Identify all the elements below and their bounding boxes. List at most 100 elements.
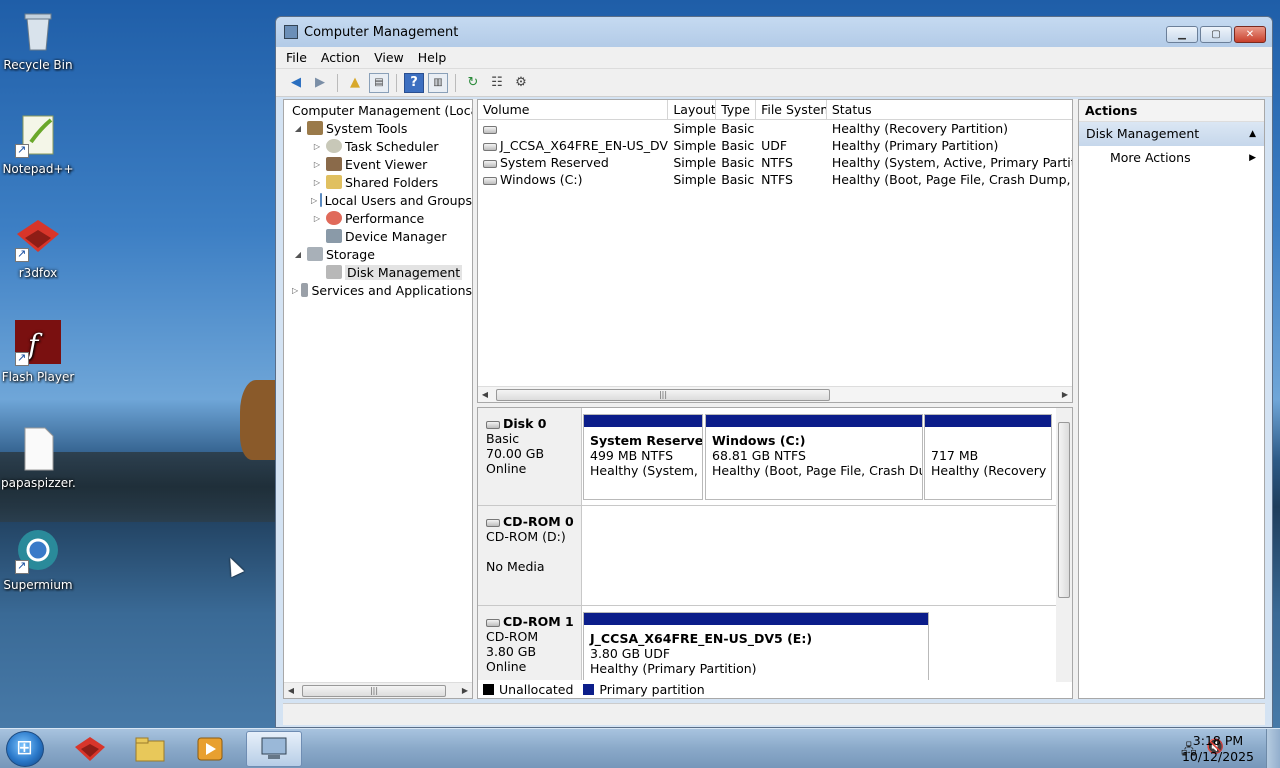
taskbar-media-player[interactable] (182, 731, 238, 767)
disk-tool-button[interactable]: ⚙ (511, 73, 531, 93)
tree-item-computer-management[interactable]: Computer Management (Local (284, 101, 472, 119)
show-desktop-button[interactable] (1266, 729, 1280, 768)
expand-arrow-icon[interactable]: ▷ (292, 286, 298, 295)
forward-button[interactable]: ▶ (310, 73, 330, 93)
help-button[interactable]: ? (404, 72, 424, 93)
partition-system-reserved[interactable]: System Reserved 499 MB NTFS Healthy (Sys… (583, 414, 703, 500)
start-button[interactable] (6, 731, 44, 767)
scroll-left-icon[interactable]: ◀ (284, 686, 298, 695)
shortcut-arrow-icon (15, 559, 29, 574)
table-row[interactable]: Simple Basic Healthy (Recovery Partition… (478, 120, 1072, 137)
tree-item-performance[interactable]: ▷ Performance (284, 209, 472, 227)
show-hide-action-pane-button[interactable]: ▥ (428, 72, 448, 93)
tree-item-storage[interactable]: ◢ Storage (284, 245, 472, 263)
recycle-bin-icon (15, 8, 61, 54)
menu-file[interactable]: File (286, 50, 307, 65)
menu-view[interactable]: View (374, 50, 404, 65)
volume-status: Healthy (Recovery Partition) (831, 121, 1009, 136)
partition-title: J_CCSA_X64FRE_EN-US_DV5 (E:) (590, 631, 813, 646)
tree-horizontal-scrollbar[interactable]: ◀ ||| ▶ (284, 682, 472, 698)
back-button[interactable]: ◀ (286, 73, 306, 93)
scroll-left-icon[interactable]: ◀ (478, 390, 492, 399)
disk-state: Online (486, 659, 527, 674)
column-header-file-system[interactable]: File System (756, 100, 827, 119)
expand-arrow-icon[interactable]: ▷ (311, 178, 323, 187)
table-row[interactable]: System Reserved Simple Basic NTFS Health… (478, 154, 1072, 171)
column-header-volume[interactable]: Volume (478, 100, 669, 119)
expand-arrow-icon[interactable]: ▷ (311, 196, 317, 205)
flash-player-icon: f (15, 320, 61, 366)
tree-item-event-viewer[interactable]: ▷ Event Viewer (284, 155, 472, 173)
desktop-icon-r3dfox[interactable]: r3dfox (1, 216, 75, 280)
tree-item-task-scheduler[interactable]: ▷ Task Scheduler (284, 137, 472, 155)
tree-item-disk-management[interactable]: Disk Management (284, 263, 472, 281)
column-header-type[interactable]: Type (716, 100, 757, 119)
submenu-arrow-icon: ▶ (1249, 153, 1256, 163)
performance-icon (326, 211, 342, 225)
desktop-icon-supermium[interactable]: Supermium (1, 528, 75, 592)
show-hide-console-tree-button[interactable]: ▤ (369, 72, 389, 93)
restore-button[interactable]: ▢ (1200, 26, 1232, 43)
drive-icon (483, 125, 497, 134)
cdrom-1-row[interactable]: CD-ROM 1 CD-ROM 3.80 GB Online J_CCSA_X6… (478, 606, 1056, 698)
tree-item-device-manager[interactable]: Device Manager (284, 227, 472, 245)
scroll-right-icon[interactable]: ▶ (1058, 390, 1072, 399)
volume-file-system (756, 120, 827, 137)
taskbar-r3dfox[interactable] (62, 731, 118, 767)
title-bar[interactable]: Computer Management ▁ ▢ ✕ (276, 17, 1272, 47)
volume-list-horizontal-scrollbar[interactable]: ◀ ||| ▶ (478, 386, 1072, 402)
desktop-icon-papaspizzer[interactable]: papaspizzer... (1, 426, 75, 490)
desktop-icon-flash-player[interactable]: f Flash Player (1, 320, 75, 384)
taskbar: 🖧 🔇 3:18 PM 10/12/2025 (0, 728, 1280, 768)
column-header-status[interactable]: Status (827, 100, 1072, 119)
tree-item-shared-folders[interactable]: ▷ Shared Folders (284, 173, 472, 191)
tree-item-services-applications[interactable]: ▷ Services and Applications (284, 281, 472, 299)
tree-item-local-users-groups[interactable]: ▷ Local Users and Groups (284, 191, 472, 209)
cdrom-0-row[interactable]: CD-ROM 0 CD-ROM (D:) No Media (478, 506, 1056, 606)
collapse-arrow-icon[interactable]: ◢ (292, 250, 304, 259)
tree-item-label: Storage (326, 246, 375, 262)
minimize-button[interactable]: ▁ (1166, 26, 1198, 43)
clock[interactable]: 3:18 PM 10/12/2025 (1182, 733, 1254, 765)
table-row[interactable]: J_CCSA_X64FRE_EN-US_DV5 (E:) Simple Basi… (478, 137, 1072, 154)
menu-bar: File Action View Help (276, 47, 1272, 69)
collapse-arrow-icon[interactable]: ◢ (292, 124, 304, 133)
volume-name: J_CCSA_X64FRE_EN-US_DV5 (E:) (500, 138, 669, 153)
table-row[interactable]: Windows (C:) Simple Basic NTFS Healthy (… (478, 171, 1072, 188)
refresh-button[interactable]: ↻ (463, 73, 483, 93)
disk-0-row[interactable]: Disk 0 Basic 70.00 GB Online System Rese… (478, 408, 1056, 506)
menu-help[interactable]: Help (418, 50, 447, 65)
collapse-caret-icon[interactable]: ▲ (1249, 122, 1256, 146)
menu-action[interactable]: Action (321, 50, 360, 65)
disk-pane-vertical-scrollbar[interactable] (1056, 408, 1072, 682)
expand-arrow-icon[interactable]: ▷ (311, 142, 323, 151)
desktop-icon-recycle-bin[interactable]: Recycle Bin (1, 8, 75, 72)
computer-management-icon (284, 25, 298, 39)
tree-item-system-tools[interactable]: ◢ System Tools (284, 119, 472, 137)
properties-button[interactable]: ☷ (487, 73, 507, 93)
up-folder-button[interactable]: ▲ (345, 73, 365, 93)
scrollbar-thumb[interactable] (1058, 422, 1070, 598)
partition-recovery[interactable]: 717 MB Healthy (Recovery Par (924, 414, 1052, 500)
actions-section-disk-management[interactable]: Disk Management ▲ (1079, 122, 1264, 146)
scroll-right-icon[interactable]: ▶ (458, 686, 472, 695)
close-button[interactable]: ✕ (1234, 26, 1266, 43)
desktop-icon-notepad-plus-plus[interactable]: Notepad++ (1, 112, 75, 176)
computer-management-window: Computer Management ▁ ▢ ✕ File Action Vi… (275, 16, 1273, 728)
desktop-icon-label: r3dfox (18, 266, 58, 280)
volume-file-system: NTFS (761, 155, 793, 170)
expand-arrow-icon[interactable]: ▷ (311, 214, 323, 223)
scrollbar-thumb[interactable]: ||| (302, 684, 446, 697)
expand-arrow-icon[interactable]: ▷ (311, 160, 323, 169)
column-header-layout[interactable]: Layout (668, 100, 717, 119)
more-actions-item[interactable]: More Actions ▶ (1079, 146, 1264, 170)
taskbar-computer-management[interactable] (246, 731, 302, 767)
actions-section-label: Disk Management (1086, 126, 1200, 141)
scrollbar-thumb[interactable]: ||| (496, 388, 830, 401)
supermium-icon (15, 528, 61, 574)
volume-file-system: UDF (761, 138, 788, 153)
taskbar-explorer[interactable] (122, 731, 178, 767)
tree-item-label: Local Users and Groups (324, 192, 472, 208)
partition-windows-c[interactable]: Windows (C:) 68.81 GB NTFS Healthy (Boot… (705, 414, 923, 500)
desktop-icon-label: papaspizzer... (1, 476, 75, 490)
